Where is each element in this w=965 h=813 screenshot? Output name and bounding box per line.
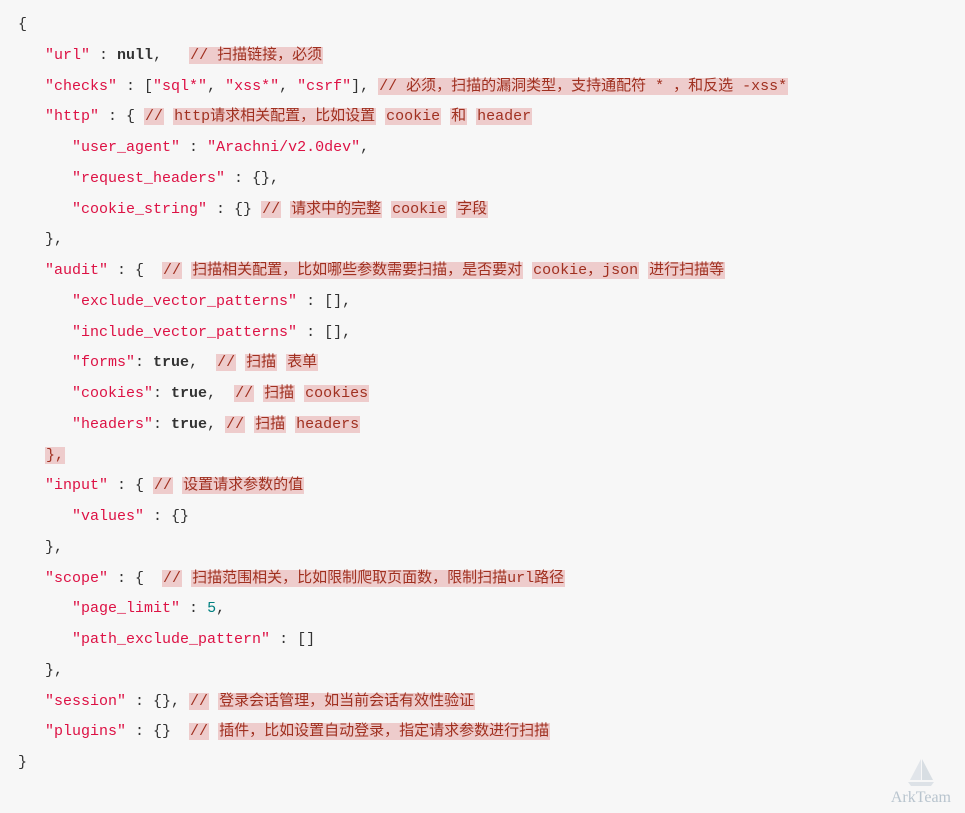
brace-open: { [18, 16, 27, 33]
sailboat-icon [904, 757, 938, 787]
code-block: { "url" : null, // 扫描链接，必须 "checks" : ["… [0, 0, 965, 789]
watermark-text: ArkTeam [891, 789, 951, 806]
key-checks: "checks" [45, 78, 117, 95]
key-user-agent: "user_agent" [72, 139, 180, 156]
comment-url: // 扫描链接，必须 [189, 47, 323, 64]
key-url: "url" [45, 47, 90, 64]
key-page-limit: "page_limit" [72, 600, 180, 617]
key-cookie-string: "cookie_string" [72, 201, 207, 218]
watermark: ArkTeam [891, 757, 951, 807]
key-http: "http" [45, 108, 99, 125]
comment-checks: // 必须，扫描的漏洞类型，支持通配符 * ，和反选 -xss* [378, 78, 788, 95]
key-path-exclude-pattern: "path_exclude_pattern" [72, 631, 270, 648]
key-headers: "headers" [72, 416, 153, 433]
value-null: null [117, 47, 153, 64]
key-plugins: "plugins" [45, 723, 126, 740]
key-forms: "forms" [72, 354, 135, 371]
key-input: "input" [45, 477, 108, 494]
key-request-headers: "request_headers" [72, 170, 225, 187]
brace-close: } [18, 754, 27, 771]
key-scope: "scope" [45, 570, 108, 587]
key-session: "session" [45, 693, 126, 710]
key-audit: "audit" [45, 262, 108, 279]
key-exclude-vector-patterns: "exclude_vector_patterns" [72, 293, 297, 310]
key-include-vector-patterns: "include_vector_patterns" [72, 324, 297, 341]
key-cookies: "cookies" [72, 385, 153, 402]
key-values: "values" [72, 508, 144, 525]
